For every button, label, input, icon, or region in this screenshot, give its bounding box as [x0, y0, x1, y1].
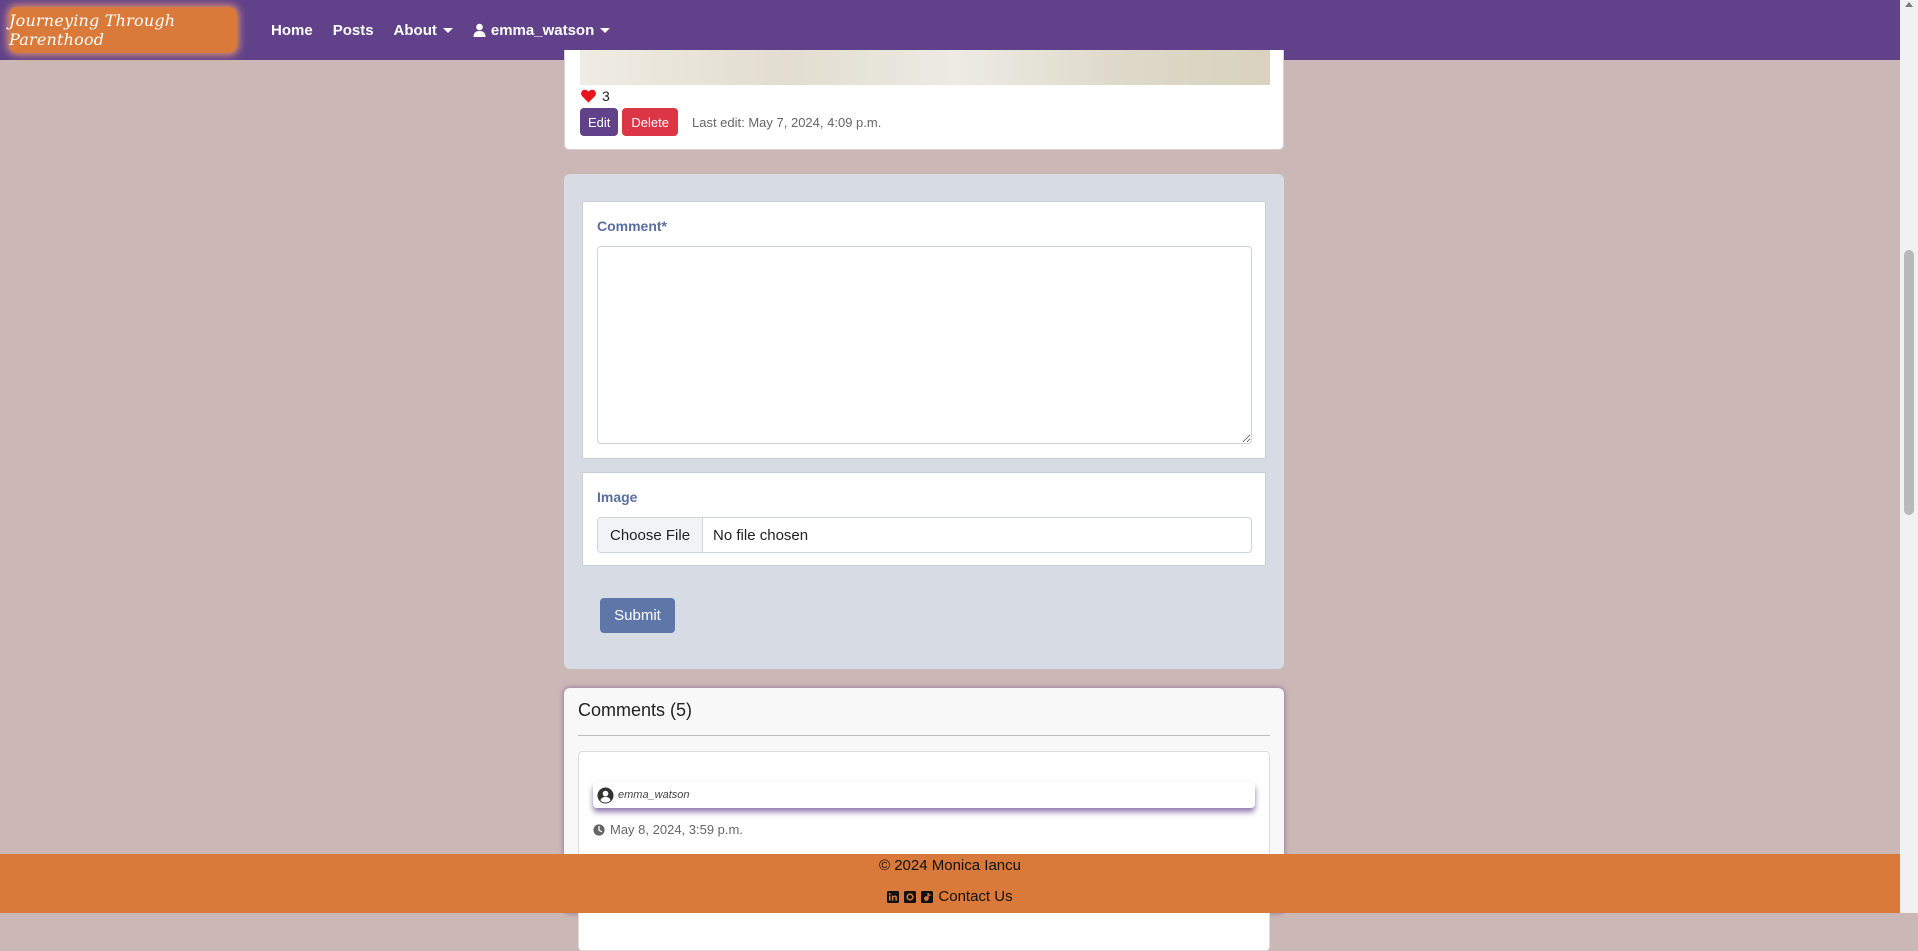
post-card: 3 Edit Delete Last edit: May 7, 2024, 4:…	[564, 50, 1284, 150]
comment-author[interactable]: emma_watson	[618, 789, 690, 801]
divider	[578, 735, 1270, 736]
nav-user-dropdown[interactable]: emma_watson	[473, 21, 611, 39]
brand-logo[interactable]: Journeying Through Parenthood	[9, 7, 237, 53]
scroll-up-arrow-icon[interactable]	[1905, 2, 1913, 7]
file-status-text: No file chosen	[713, 526, 809, 544]
github-icon[interactable]	[904, 890, 917, 903]
chevron-down-icon	[442, 27, 453, 33]
comment-date: May 8, 2024, 3:59 p.m.	[593, 822, 743, 837]
like-control[interactable]: 3	[581, 88, 610, 104]
footer: © 2024 Monica Iancu Contact Us	[0, 854, 1900, 913]
footer-links: Contact Us	[0, 888, 1900, 905]
chevron-down-icon	[600, 27, 611, 33]
edit-post-button[interactable]: Edit	[580, 108, 619, 136]
comment-author-bar: emma_watson	[593, 782, 1255, 808]
nav-about-dropdown[interactable]: About	[394, 22, 453, 39]
comment-label: Comment*	[597, 218, 668, 234]
user-icon	[473, 23, 486, 37]
image-file-input[interactable]: Choose File No file chosen	[597, 517, 1252, 553]
clock-icon	[593, 823, 605, 836]
comment-form: Comment* Image Choose File No file chose…	[564, 174, 1284, 669]
scroll-thumb[interactable]	[1904, 250, 1914, 515]
nav-links: Home Posts About emma_watson	[271, 22, 630, 39]
contact-us-link[interactable]: Contact Us	[938, 888, 1012, 905]
nav-about-label: About	[393, 21, 437, 39]
comments-heading: Comments (5)	[578, 700, 693, 720]
music-icon[interactable]	[921, 890, 934, 903]
comment-field-group: Comment*	[582, 201, 1266, 459]
like-count: 3	[602, 88, 610, 104]
last-edit-timestamp: Last edit: May 7, 2024, 4:09 p.m.	[691, 114, 882, 130]
post-image	[580, 50, 1270, 85]
user-circle-icon	[597, 786, 614, 804]
linkedin-icon[interactable]	[887, 890, 900, 903]
copyright-text: © 2024 Monica Iancu	[879, 857, 1021, 874]
post-actions: Edit Delete Last edit: May 7, 2024, 4:09…	[580, 108, 881, 136]
delete-post-button[interactable]: Delete	[622, 108, 678, 136]
image-label: Image	[597, 489, 638, 505]
comment-textarea[interactable]	[597, 246, 1252, 444]
comment-date-text: May 8, 2024, 3:59 p.m.	[610, 822, 743, 837]
choose-file-button[interactable]: Choose File	[598, 518, 704, 552]
nav-home-link[interactable]: Home	[271, 22, 313, 39]
comment-item: emma_watson May 8, 2024, 3:59 p.m.	[578, 751, 1270, 951]
nav-user-label: emma_watson	[490, 21, 595, 39]
image-field-group: Image Choose File No file chosen	[582, 472, 1266, 566]
scrollbar[interactable]	[1900, 0, 1918, 913]
heart-icon[interactable]	[581, 89, 596, 103]
submit-comment-button[interactable]: Submit	[600, 598, 675, 633]
nav-posts-link[interactable]: Posts	[333, 22, 374, 39]
